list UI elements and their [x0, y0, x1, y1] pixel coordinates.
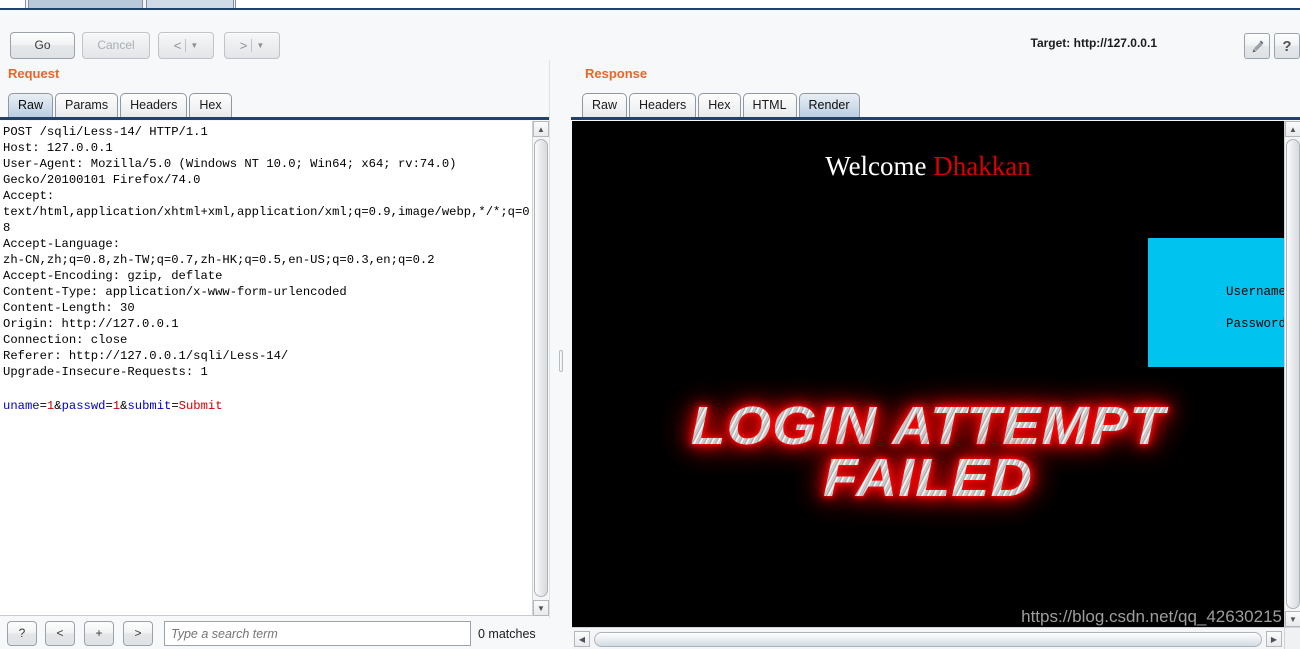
- password-label: Password :: [1225, 317, 1284, 331]
- scroll-up-icon[interactable]: ▲: [1285, 121, 1300, 137]
- param-name-submit: submit: [127, 399, 172, 413]
- banner-line-1: LOGIN ATTEMPT: [572, 399, 1284, 453]
- tab-response-raw[interactable]: Raw: [582, 93, 628, 118]
- param-name-uname: uname: [3, 399, 40, 413]
- tab-response-headers[interactable]: Headers: [629, 93, 697, 118]
- tab-request-headers[interactable]: Headers: [120, 93, 188, 118]
- search-next-button[interactable]: >: [123, 621, 153, 646]
- divider: [185, 39, 187, 52]
- panel-splitter[interactable]: [549, 60, 571, 649]
- search-add-button[interactable]: +: [84, 621, 114, 646]
- scroll-down-icon[interactable]: ▼: [1285, 611, 1300, 627]
- request-vertical-scrollbar[interactable]: ▲ ▼: [532, 121, 549, 616]
- tab-strip-filler: [235, 0, 1300, 8]
- request-raw-editor[interactable]: POST /sqli/Less-14/ HTTP/1.1 Host: 127.0…: [0, 121, 548, 616]
- search-input[interactable]: [164, 621, 471, 646]
- welcome-heading: Welcome Dhakkan: [572, 151, 1284, 182]
- param-value-submit: Submit: [178, 399, 223, 413]
- response-render-view[interactable]: Welcome Dhakkan Username : Password : LO…: [572, 121, 1284, 627]
- param-value-passwd: 1: [112, 399, 121, 413]
- back-button[interactable]: < ▼: [158, 32, 214, 59]
- tab-response-hex[interactable]: Hex: [698, 93, 741, 118]
- tab-request-hex[interactable]: Hex: [189, 93, 232, 118]
- divider: [251, 39, 253, 52]
- response-tabs-underline: [572, 117, 1300, 120]
- request-search-bar: ? < + > 0 matches: [0, 618, 550, 649]
- scrollbar-thumb[interactable]: [594, 632, 1262, 647]
- banner-line-2: FAILED: [572, 451, 1284, 505]
- splitter-grip[interactable]: [559, 350, 563, 372]
- edit-target-button[interactable]: [1244, 33, 1270, 59]
- pencil-icon: [1245, 34, 1269, 58]
- tab-response-html[interactable]: HTML: [742, 93, 797, 118]
- response-vertical-scrollbar[interactable]: ▲ ▼: [1284, 121, 1300, 627]
- request-raw-headers-text: POST /sqli/Less-14/ HTTP/1.1 Host: 127.0…: [3, 125, 537, 379]
- tab-strip-segment-2[interactable]: [146, 0, 234, 8]
- welcome-username: Dhakkan: [933, 151, 1031, 181]
- repeater-toolbar: Go Cancel < ▼ > ▼ Target: http://127.0.0…: [0, 10, 1300, 60]
- target-label: Target: http://127.0.0.1: [1030, 36, 1157, 50]
- scroll-up-icon[interactable]: ▲: [533, 121, 549, 137]
- go-button[interactable]: Go: [10, 32, 75, 59]
- window-tab-strip: [0, 0, 1300, 10]
- scrollbar-thumb[interactable]: [1286, 139, 1300, 609]
- tab-strip-segment-0[interactable]: [0, 0, 26, 8]
- param-name-passwd: passwd: [61, 399, 106, 413]
- splitter-line: [549, 60, 550, 649]
- watermark-text: https://blog.csdn.net/qq_42630215: [1021, 607, 1282, 626]
- request-tabs-underline: [0, 117, 572, 120]
- login-failed-banner: LOGIN ATTEMPT FAILED: [572, 399, 1284, 505]
- search-previous-button[interactable]: <: [45, 621, 75, 646]
- forward-button[interactable]: > ▼: [224, 32, 280, 59]
- scroll-right-icon[interactable]: ▶: [1266, 631, 1282, 647]
- help-button[interactable]: ?: [1274, 33, 1300, 59]
- forward-arrow-icon: >: [239, 38, 248, 53]
- tab-request-params[interactable]: Params: [55, 93, 119, 118]
- request-body-text: uname=1&passwd=1&submit=Submit: [3, 399, 223, 413]
- cancel-button[interactable]: Cancel: [82, 32, 150, 59]
- response-panel-heading: Response: [585, 66, 648, 81]
- scroll-left-icon[interactable]: ◀: [574, 631, 590, 647]
- scrollbar-thumb[interactable]: [534, 139, 548, 597]
- response-tabs: Raw Headers Hex HTML Render: [582, 93, 862, 118]
- tab-strip-segment-1[interactable]: [28, 0, 143, 8]
- tab-request-raw[interactable]: Raw: [8, 93, 54, 118]
- request-tabs: Raw Params Headers Hex: [8, 93, 234, 118]
- tab-response-render[interactable]: Render: [798, 93, 860, 118]
- burp-repeater-window: Go Cancel < ▼ > ▼ Target: http://127.0.0…: [0, 0, 1300, 649]
- request-panel-heading: Request: [8, 66, 60, 81]
- welcome-text: Welcome: [825, 151, 934, 181]
- login-form-box: Username : Password :: [1148, 238, 1284, 367]
- chevron-down-icon[interactable]: ▼: [256, 41, 264, 50]
- scrollbar-corner: [1284, 627, 1300, 649]
- chevron-down-icon[interactable]: ▼: [190, 41, 198, 50]
- back-arrow-icon: <: [173, 38, 182, 53]
- response-horizontal-scrollbar[interactable]: ◀ ▶: [572, 627, 1284, 649]
- scroll-down-icon[interactable]: ▼: [533, 600, 549, 616]
- username-label: Username :: [1225, 285, 1284, 299]
- match-count-label: 0 matches: [478, 627, 536, 641]
- question-mark-icon: ?: [1282, 37, 1292, 55]
- search-help-button[interactable]: ?: [7, 621, 37, 646]
